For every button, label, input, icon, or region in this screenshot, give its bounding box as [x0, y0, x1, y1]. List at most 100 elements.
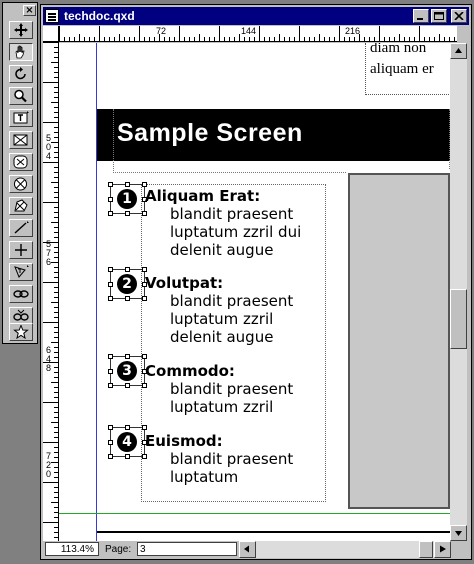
rounded-picture-tool-button[interactable]	[9, 175, 33, 193]
zoom-tool-button[interactable]	[9, 87, 33, 105]
text-box-tool-button[interactable]	[9, 109, 33, 127]
bezier-picture-tool-button[interactable]	[9, 197, 33, 215]
number-box-3[interactable]: 3	[108, 354, 147, 388]
line-tool-button[interactable]	[9, 219, 33, 237]
rotate-icon	[15, 67, 26, 80]
arrow-down-icon	[455, 531, 462, 536]
selection-handle[interactable]	[108, 211, 113, 216]
selection-handle[interactable]	[142, 267, 147, 272]
resize-grip[interactable]	[451, 541, 467, 558]
scroll-left-button[interactable]	[239, 541, 256, 558]
horizontal-rule[interactable]	[97, 531, 450, 533]
minimize-icon	[417, 18, 423, 20]
top-text-line: aliquam er	[370, 61, 434, 77]
maximize-icon	[434, 12, 444, 20]
number-box-4[interactable]: 4	[108, 425, 147, 459]
title-bar[interactable]: techdoc.qxd	[43, 7, 469, 25]
picture-box-tool-button[interactable]	[9, 131, 33, 149]
banner-title: Sample Screen	[117, 119, 303, 147]
number-disc: 3	[117, 361, 137, 381]
vertical-scroll-thumb[interactable]	[450, 289, 467, 349]
selection-handle[interactable]	[108, 354, 113, 359]
selection-handle[interactable]	[108, 197, 113, 202]
selection-handle[interactable]	[108, 425, 113, 430]
horizontal-scrollbar[interactable]	[239, 541, 451, 558]
move-arrows-icon	[14, 23, 28, 37]
page-field[interactable]: 3	[137, 542, 237, 556]
scroll-up-button[interactable]	[450, 43, 467, 59]
text-box-icon	[13, 111, 29, 124]
item-line: delenit augue	[170, 241, 274, 259]
selection-handle[interactable]	[125, 211, 130, 216]
arrow-up-icon	[455, 48, 462, 53]
close-icon	[454, 12, 464, 20]
v-ruler-label-720: 7 2 0	[46, 451, 52, 479]
number-box-1[interactable]: 1	[108, 182, 147, 216]
oval-picture-tool-button[interactable]	[9, 153, 33, 171]
selection-handle[interactable]	[142, 454, 147, 459]
scroll-down-button[interactable]	[450, 525, 467, 541]
selection-handle[interactable]	[125, 296, 130, 301]
item-title-4: Euismod:	[145, 432, 223, 450]
palette-close-button[interactable]: ×	[23, 5, 36, 16]
window-title: techdoc.qxd	[64, 9, 135, 23]
page-canvas[interactable]: diam non aliquam er Sample Screen 1 Aliq…	[59, 43, 450, 541]
star-tool-button[interactable]	[9, 323, 33, 341]
picture-box-icon	[13, 134, 28, 146]
minimize-button[interactable]	[413, 9, 429, 23]
item-line: blandit praesent	[170, 292, 294, 310]
link-tool-button[interactable]	[9, 285, 33, 303]
oval-picture-icon	[13, 155, 28, 169]
selection-handle[interactable]	[108, 454, 113, 459]
document-icon[interactable]	[45, 9, 59, 23]
selection-handle[interactable]	[108, 267, 113, 272]
item-title-1: Aliquam Erat:	[145, 187, 261, 205]
number-box-2[interactable]: 2	[108, 267, 147, 301]
selection-handle[interactable]	[125, 454, 130, 459]
selection-handle[interactable]	[108, 282, 113, 287]
selection-handle[interactable]	[142, 354, 147, 359]
selection-handle[interactable]	[125, 182, 130, 187]
selection-handle[interactable]	[125, 425, 130, 430]
item-line: blandit praesent	[170, 205, 294, 223]
close-button[interactable]	[451, 9, 467, 23]
page-label: Page:	[105, 544, 132, 555]
selection-handle[interactable]	[125, 383, 130, 388]
text-path-tool-button[interactable]	[9, 263, 33, 281]
vertical-ruler[interactable]: 5 0 4 5 7 6 6 4 8 7 2 0	[43, 42, 59, 541]
selection-handle[interactable]	[125, 267, 130, 272]
rotate-tool-button[interactable]	[9, 65, 33, 83]
status-bar: 113.4% Page: 3	[43, 541, 467, 558]
selection-handle[interactable]	[108, 383, 113, 388]
selection-handle[interactable]	[142, 296, 147, 301]
selection-handle[interactable]	[108, 296, 113, 301]
arrow-left-icon	[244, 545, 249, 553]
item-line: blandit praesent	[170, 380, 294, 398]
zoom-field[interactable]: 113.4%	[45, 542, 99, 556]
margin-guide-horizontal	[59, 513, 450, 514]
selection-handle[interactable]	[125, 354, 130, 359]
selection-handle[interactable]	[142, 211, 147, 216]
selection-handle[interactable]	[142, 425, 147, 430]
v-ruler-label-576: 5 7 6	[46, 239, 52, 267]
ruler-origin[interactable]	[43, 26, 59, 42]
vertical-scrollbar[interactable]	[450, 43, 467, 541]
h-ruler-label-216: 216	[345, 26, 361, 36]
move-tool-button[interactable]	[9, 21, 33, 39]
selection-handle[interactable]	[142, 383, 147, 388]
broken-chain-icon	[13, 309, 29, 321]
selection-handle[interactable]	[108, 440, 113, 445]
item-line: luptatum	[170, 468, 239, 486]
item-hand-tool-button[interactable]	[9, 43, 33, 61]
picture-box[interactable]	[348, 173, 450, 509]
horizontal-ruler[interactable]: 72 144 216	[59, 26, 457, 42]
maximize-button[interactable]	[431, 9, 447, 23]
document-window: techdoc.qxd 72 144 216 5 0 4 5 7 6 6 4 8…	[40, 4, 472, 560]
selection-handle[interactable]	[108, 369, 113, 374]
selection-handle[interactable]	[108, 182, 113, 187]
scroll-right-button[interactable]	[434, 541, 451, 558]
top-text-box[interactable]: diam non aliquam er	[365, 43, 450, 95]
orthogonal-line-tool-button[interactable]	[9, 241, 33, 259]
horizontal-scroll-thumb[interactable]	[419, 541, 433, 558]
number-disc: 2	[117, 274, 137, 294]
